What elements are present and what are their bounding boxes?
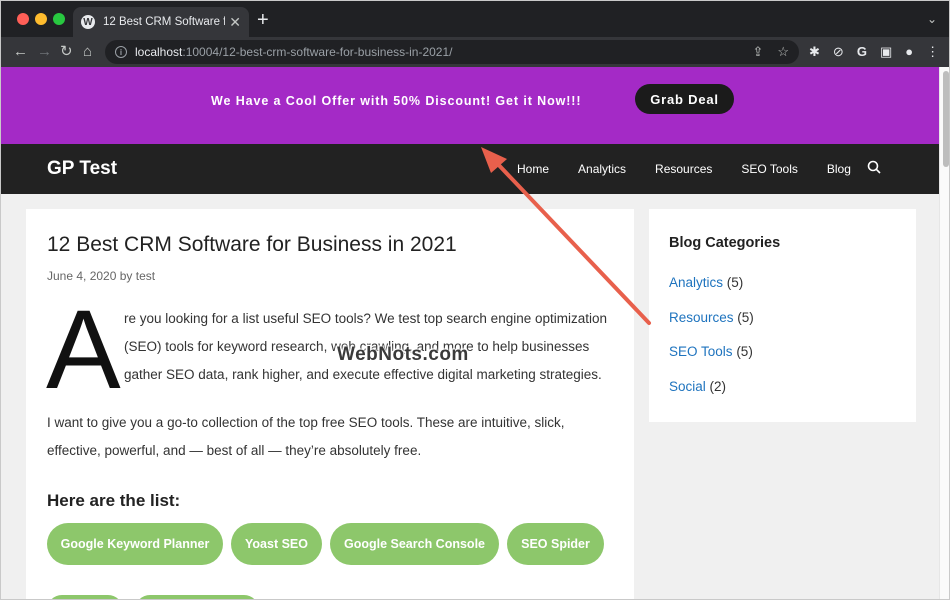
browser-window: W 12 Best CRM Software for Busi ✕ + ⌄ ← … bbox=[0, 0, 950, 600]
watermark-logo: WebNots.com bbox=[337, 344, 469, 365]
annotation-arrow-icon bbox=[481, 147, 651, 325]
